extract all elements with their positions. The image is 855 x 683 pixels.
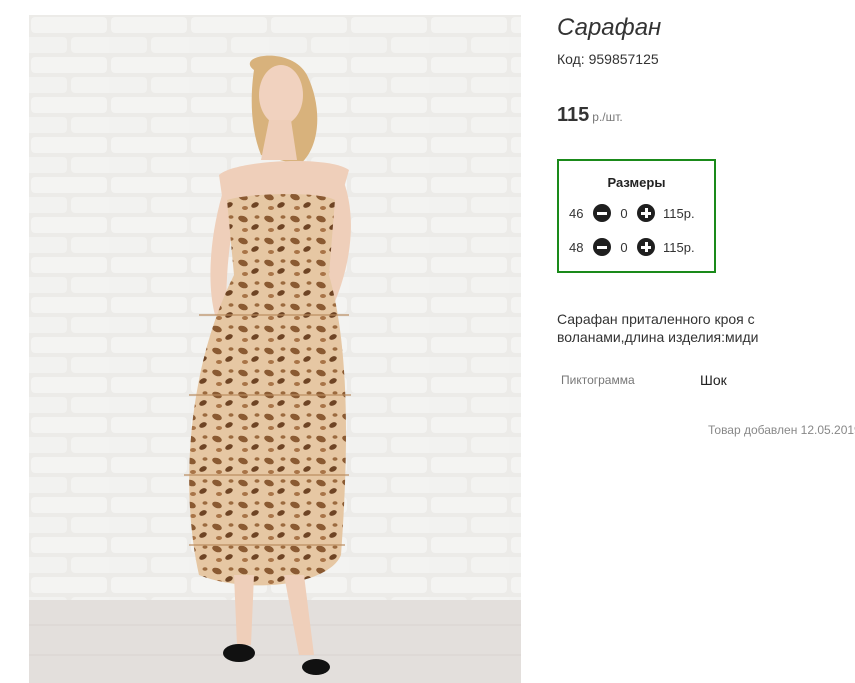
price-value: 115: [557, 104, 590, 126]
size-row: 48 0 115р.: [569, 237, 695, 257]
product-photo[interactable]: [29, 15, 521, 683]
plus-circle-icon[interactable]: [637, 204, 655, 222]
size-label: 46: [569, 205, 584, 221]
product-price: 115 р./шт.: [557, 104, 623, 127]
product-page: Сарафан Код: 959857125 115 р./шт. Размеры…: [0, 0, 855, 683]
product-title: Сарафан: [557, 14, 662, 41]
product-sku: Код: 959857125: [557, 51, 659, 67]
plus-circle-icon[interactable]: [637, 238, 655, 256]
quantity-value[interactable]: 0: [611, 206, 637, 221]
size-price: 115р.: [663, 205, 695, 221]
product-description: Сарафан приталенного кроя с воланами,дли…: [557, 311, 759, 345]
minus-circle-icon[interactable]: [593, 238, 611, 256]
attribute-name: Пиктограмма: [561, 373, 635, 387]
size-label: 48: [569, 239, 584, 255]
size-row: 46 0 115р.: [569, 203, 695, 223]
size-price: 115р.: [663, 239, 695, 255]
attribute-value: Шок: [700, 372, 727, 388]
added-date: Товар добавлен 12.05.2019: [708, 423, 855, 437]
quantity-value[interactable]: 0: [611, 240, 637, 255]
sizes-title: Размеры: [607, 175, 666, 190]
sizes-panel: Размеры 46 0 115р. 48 0 115р.: [557, 159, 716, 273]
minus-circle-icon[interactable]: [593, 204, 611, 222]
price-unit: р./шт.: [592, 110, 623, 124]
